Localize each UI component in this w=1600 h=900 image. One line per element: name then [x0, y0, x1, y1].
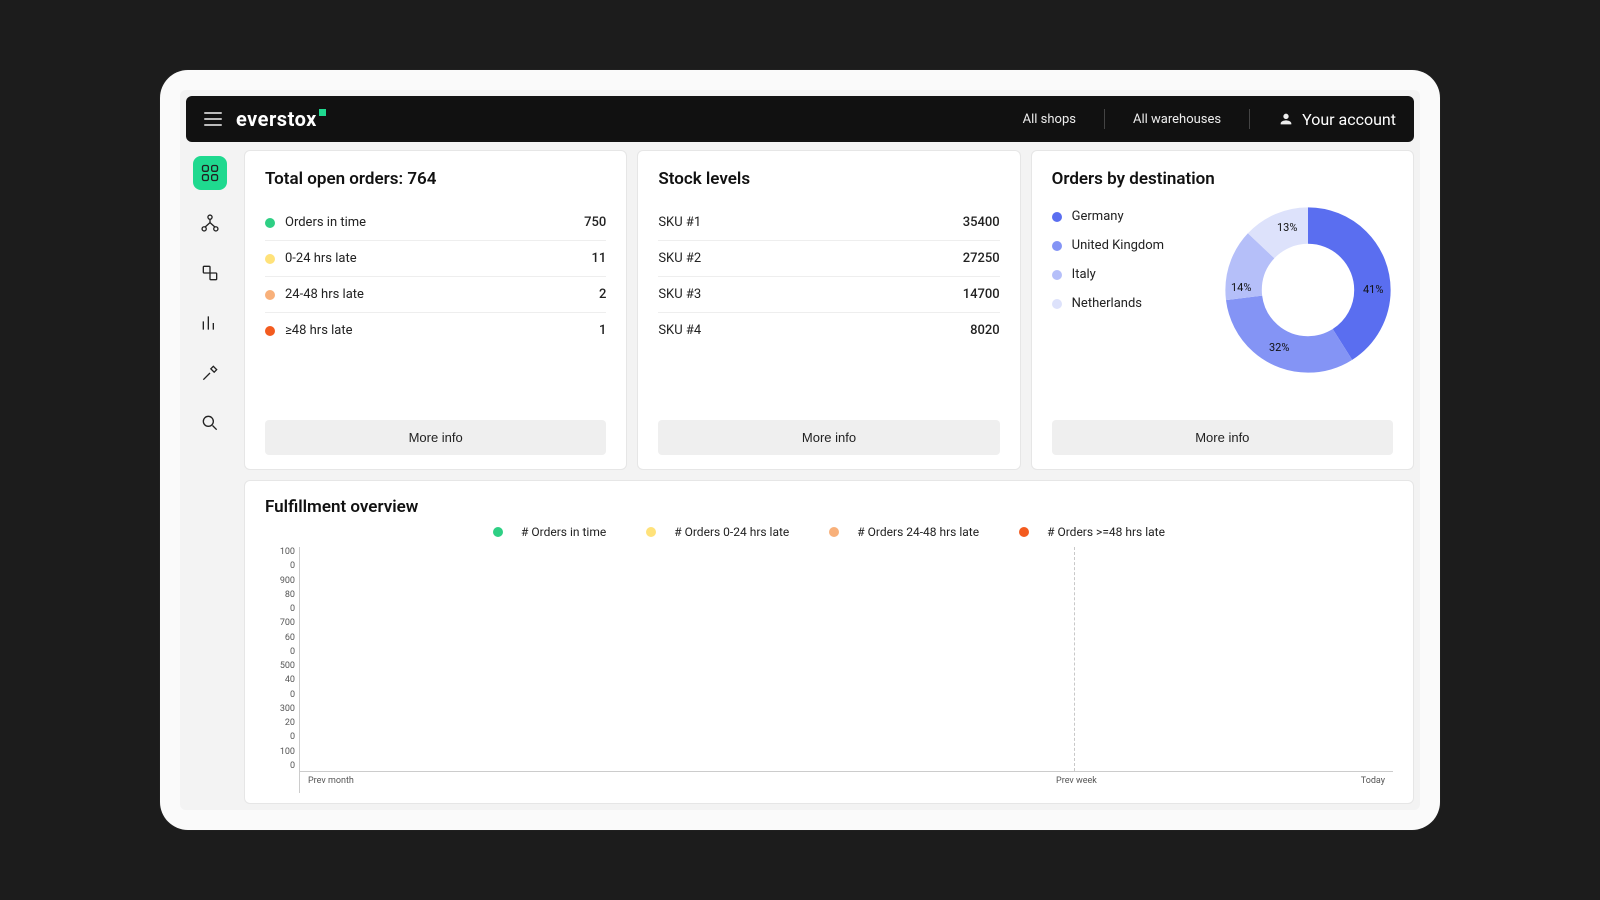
donut-pct-label: 14% [1231, 281, 1251, 294]
grid-icon [200, 163, 220, 183]
card-destinations: Orders by destination Germany United King… [1031, 150, 1414, 470]
open-orders-row: 0-24 hrs late11 [265, 241, 606, 277]
xlabel-start: Prev month [308, 776, 354, 786]
dest-legend-item: Germany [1052, 209, 1207, 224]
open-orders-more-button[interactable]: More info [265, 420, 606, 455]
stock-row: SKU #48020 [658, 313, 999, 348]
donut-pct-label: 41% [1363, 283, 1383, 296]
account-label: Your account [1302, 110, 1396, 129]
xlabel-end: Today [1361, 776, 1385, 786]
sidebar-analytics[interactable] [193, 306, 227, 340]
donut-pct-label: 13% [1277, 221, 1297, 234]
dest-more-button[interactable]: More info [1052, 420, 1393, 455]
open-orders-row: Orders in time750 [265, 205, 606, 241]
sidebar-search[interactable] [193, 406, 227, 440]
dest-legend-item: Italy [1052, 267, 1207, 282]
chart-legend-item: # Orders 0-24 hrs late [646, 525, 789, 539]
stock-title: Stock levels [658, 169, 999, 189]
eyedropper-icon [200, 363, 220, 383]
open-orders-title: Total open orders: 764 [265, 169, 606, 189]
donut-pct-label: 32% [1269, 341, 1289, 354]
chart-legend-item: # Orders >=48 hrs late [1019, 525, 1165, 539]
chart-legend-item: # Orders 24-48 hrs late [829, 525, 979, 539]
brand-logo: everstox [236, 107, 326, 131]
fulfill-title: Fulfillment overview [265, 497, 1393, 517]
sidebar-inventory[interactable] [193, 256, 227, 290]
dest-legend-item: United Kingdom [1052, 238, 1207, 253]
stock-row: SKU #135400 [658, 205, 999, 241]
sidebar-network[interactable] [193, 206, 227, 240]
open-orders-row: ≥48 hrs late1 [265, 313, 606, 348]
open-orders-row: 24-48 hrs late2 [265, 277, 606, 313]
fulfillment-chart: 10009008007006005004003002001000 Prev mo… [265, 547, 1393, 793]
search-icon [200, 413, 220, 433]
stock-row: SKU #227250 [658, 241, 999, 277]
topbar: everstox All shops All warehouses Your a… [186, 96, 1414, 142]
sidebar-picker[interactable] [193, 356, 227, 390]
account-menu[interactable]: Your account [1264, 110, 1396, 129]
card-stock-levels: Stock levels SKU #135400SKU #227250SKU #… [637, 150, 1020, 470]
dest-legend-item: Netherlands [1052, 296, 1207, 311]
donut-chart: 41% 32% 14% 13% [1223, 205, 1393, 375]
chart-legend-item: # Orders in time [493, 525, 606, 539]
dest-title: Orders by destination [1052, 169, 1393, 189]
stock-row: SKU #314700 [658, 277, 999, 313]
card-open-orders: Total open orders: 764 Orders in time750… [244, 150, 627, 470]
user-icon [1278, 111, 1294, 127]
menu-icon[interactable] [204, 112, 222, 126]
sidebar-dashboard[interactable] [193, 156, 227, 190]
boxes-icon [200, 263, 220, 283]
stock-more-button[interactable]: More info [658, 420, 999, 455]
sidebar [186, 150, 234, 804]
bar-chart-icon [200, 313, 220, 333]
hierarchy-icon [200, 213, 220, 233]
xlabel-mid: Prev week [1056, 776, 1097, 786]
card-fulfillment: Fulfillment overview # Orders in time # O… [244, 480, 1414, 804]
all-shops-link[interactable]: All shops [1009, 112, 1090, 127]
all-warehouses-link[interactable]: All warehouses [1119, 112, 1235, 127]
